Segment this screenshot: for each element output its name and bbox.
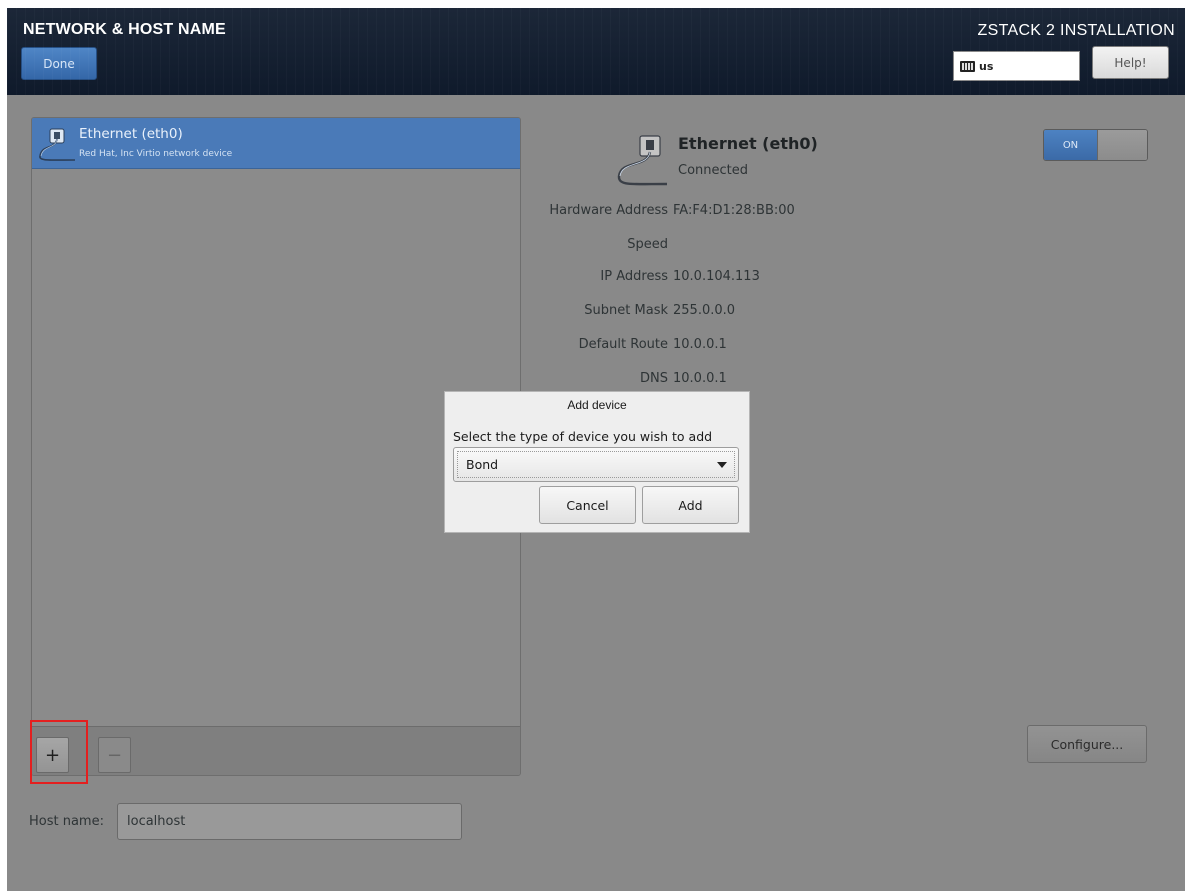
dialog-title: Add device: [567, 398, 627, 412]
device-power-toggle[interactable]: ON: [1043, 129, 1148, 161]
subnet-mask-label: Subnet Mask: [584, 303, 668, 318]
select-focus-ring: [457, 451, 735, 478]
ip-address-value: 10.0.104.113: [673, 269, 760, 284]
product-title: ZSTACK 2 INSTALLATION: [977, 22, 1175, 39]
cancel-button[interactable]: Cancel: [539, 486, 636, 524]
add-button-highlight: [30, 720, 88, 784]
connection-status: Connected: [678, 163, 749, 178]
chevron-down-icon: [717, 462, 727, 468]
keyboard-layout-indicator[interactable]: us: [953, 51, 1080, 81]
header-bar: NETWORK & HOST NAME Done ZSTACK 2 INSTAL…: [7, 8, 1185, 95]
dns-label: DNS: [640, 371, 668, 386]
device-list-toolbar: + −: [32, 726, 520, 775]
installer-window: NETWORK & HOST NAME Done ZSTACK 2 INSTAL…: [7, 8, 1185, 891]
ethernet-icon: [617, 135, 668, 186]
default-route-label: Default Route: [578, 337, 668, 352]
subnet-mask-value: 255.0.0.0: [673, 303, 736, 318]
ip-address-label: IP Address: [600, 269, 668, 284]
hardware-address-label: Hardware Address: [549, 203, 668, 218]
configure-button[interactable]: Configure...: [1027, 725, 1147, 763]
keyboard-layout-label: us: [979, 59, 994, 73]
help-button[interactable]: Help!: [1092, 46, 1169, 79]
ethernet-icon: [39, 128, 76, 161]
hardware-address-value: FA:F4:D1:28:BB:00: [673, 203, 795, 218]
device-description: Red Hat, Inc Virtio network device: [79, 149, 233, 159]
device-name: Ethernet (eth0): [79, 126, 183, 142]
done-button[interactable]: Done: [21, 47, 97, 80]
device-type-select[interactable]: Bond: [453, 447, 739, 482]
device-detail-name: Ethernet (eth0): [678, 134, 818, 153]
page-title: NETWORK & HOST NAME: [23, 21, 226, 38]
remove-device-button[interactable]: −: [98, 737, 131, 773]
host-name-label: Host name:: [29, 814, 104, 829]
device-list-item-eth0[interactable]: Ethernet (eth0) Red Hat, Inc Virtio netw…: [32, 118, 520, 169]
speed-label: Speed: [627, 237, 668, 252]
keyboard-icon: [960, 60, 975, 72]
default-route-value: 10.0.0.1: [673, 337, 727, 352]
toggle-knob: [1097, 130, 1147, 160]
toggle-on-label: ON: [1044, 130, 1097, 160]
host-name-input[interactable]: localhost: [117, 803, 462, 840]
device-type-value: Bond: [466, 457, 499, 472]
dns-value: 10.0.0.1: [673, 371, 727, 386]
add-device-dialog: Add device Select the type of device you…: [444, 391, 750, 533]
add-button[interactable]: Add: [642, 486, 739, 524]
dialog-prompt: Select the type of device you wish to ad…: [453, 429, 713, 444]
